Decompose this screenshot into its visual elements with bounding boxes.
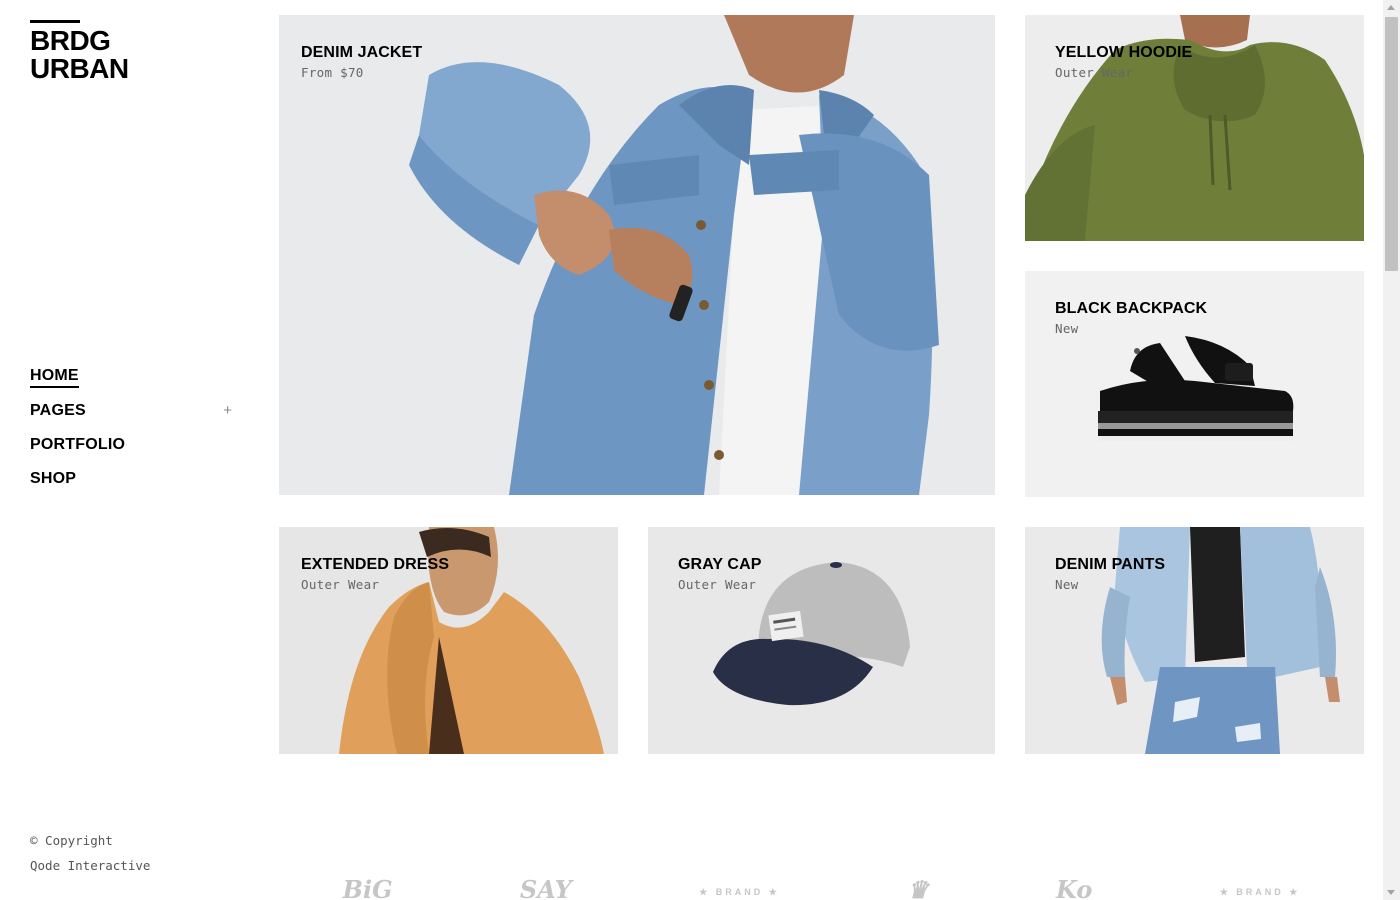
product-title[interactable]: EXTENDED DRESS (301, 555, 449, 575)
product-title[interactable]: BLACK BACKPACK (1055, 299, 1207, 319)
say-brand-logo-icon[interactable]: SAY (520, 875, 572, 900)
tile-caption: DENIM JACKET From $70 (301, 43, 422, 80)
product-subtitle: Outer Wear (678, 577, 757, 592)
nav-item-portfolio: PORTFOLIO (30, 428, 232, 462)
brand-logos-strip: BiG SAY ★ BRAND ★ ♛ Ko ★ BRAND ★ (279, 875, 1364, 900)
site-logo[interactable]: BRDG URBAN (30, 20, 129, 83)
logo-bar (30, 20, 80, 23)
product-tile-denim-jacket[interactable]: DENIM JACKET From $70 (279, 15, 995, 495)
scroll-down-arrow-icon[interactable] (1387, 890, 1395, 895)
crown-brand-logo-icon[interactable]: ♛ (907, 875, 929, 900)
product-subtitle: Outer Wear (301, 577, 380, 592)
expand-plus-icon[interactable]: + (223, 402, 232, 419)
product-tile-yellow-hoodie[interactable]: YELLOW HOODIE Outer Wear (1025, 15, 1364, 241)
scroll-up-arrow-icon[interactable] (1387, 5, 1395, 10)
product-tile-denim-pants[interactable]: DENIM PANTS New (1025, 527, 1364, 754)
tile-caption: BLACK BACKPACK New (1055, 299, 1207, 336)
denim-jacket-image (409, 15, 939, 495)
nav-item-pages: PAGES + (30, 394, 232, 428)
page-scrollbar[interactable] (1383, 0, 1400, 900)
product-tile-gray-cap[interactable]: GRAY CAP Outer Wear (648, 527, 995, 754)
script-brand-logo-icon[interactable]: Ko (1056, 875, 1092, 900)
scroll-thumb[interactable] (1385, 17, 1398, 271)
tile-caption: DENIM PANTS New (1055, 555, 1165, 592)
nav-link-portfolio[interactable]: PORTFOLIO (30, 436, 125, 454)
sidebar: BRDG URBAN HOME PAGES + PORTFOLIO SHOP ©… (0, 0, 260, 900)
product-subtitle: New (1055, 321, 1079, 336)
main-nav: HOME PAGES + PORTFOLIO SHOP (30, 360, 232, 496)
product-subtitle: New (1055, 577, 1079, 592)
copyright-line: © Copyright (30, 833, 113, 848)
tile-caption: GRAY CAP Outer Wear (678, 555, 762, 592)
nav-item-shop: SHOP (30, 462, 232, 496)
product-subtitle: From $70 (301, 65, 364, 80)
product-title[interactable]: GRAY CAP (678, 555, 762, 575)
nav-link-home[interactable]: HOME (30, 367, 79, 388)
product-title[interactable]: YELLOW HOODIE (1055, 43, 1192, 63)
product-subtitle: Outer Wear (1055, 65, 1134, 80)
nav-link-shop[interactable]: SHOP (30, 470, 76, 488)
nav-item-home: HOME (30, 360, 232, 394)
product-tile-extended-dress[interactable]: EXTENDED DRESS Outer Wear (279, 527, 618, 754)
brand-badge-logo-2-icon[interactable]: ★ BRAND ★ (1220, 875, 1301, 898)
product-title[interactable]: DENIM JACKET (301, 43, 422, 63)
product-title[interactable]: DENIM PANTS (1055, 555, 1165, 575)
tile-caption: EXTENDED DRESS Outer Wear (301, 555, 449, 592)
nav-link-pages[interactable]: PAGES (30, 402, 86, 420)
logo-line-2: URBAN (30, 53, 129, 84)
brand-badge-logo-icon[interactable]: ★ BRAND ★ (699, 875, 780, 898)
logo-line-1: BRDG (30, 25, 111, 56)
tile-caption: YELLOW HOODIE Outer Wear (1055, 43, 1192, 80)
copyright: © Copyright Qode Interactive (30, 828, 150, 878)
copyright-company: Qode Interactive (30, 858, 151, 873)
product-tile-black-backpack[interactable]: BLACK BACKPACK New (1025, 271, 1364, 497)
big-brand-logo-icon[interactable]: BiG (343, 875, 393, 900)
